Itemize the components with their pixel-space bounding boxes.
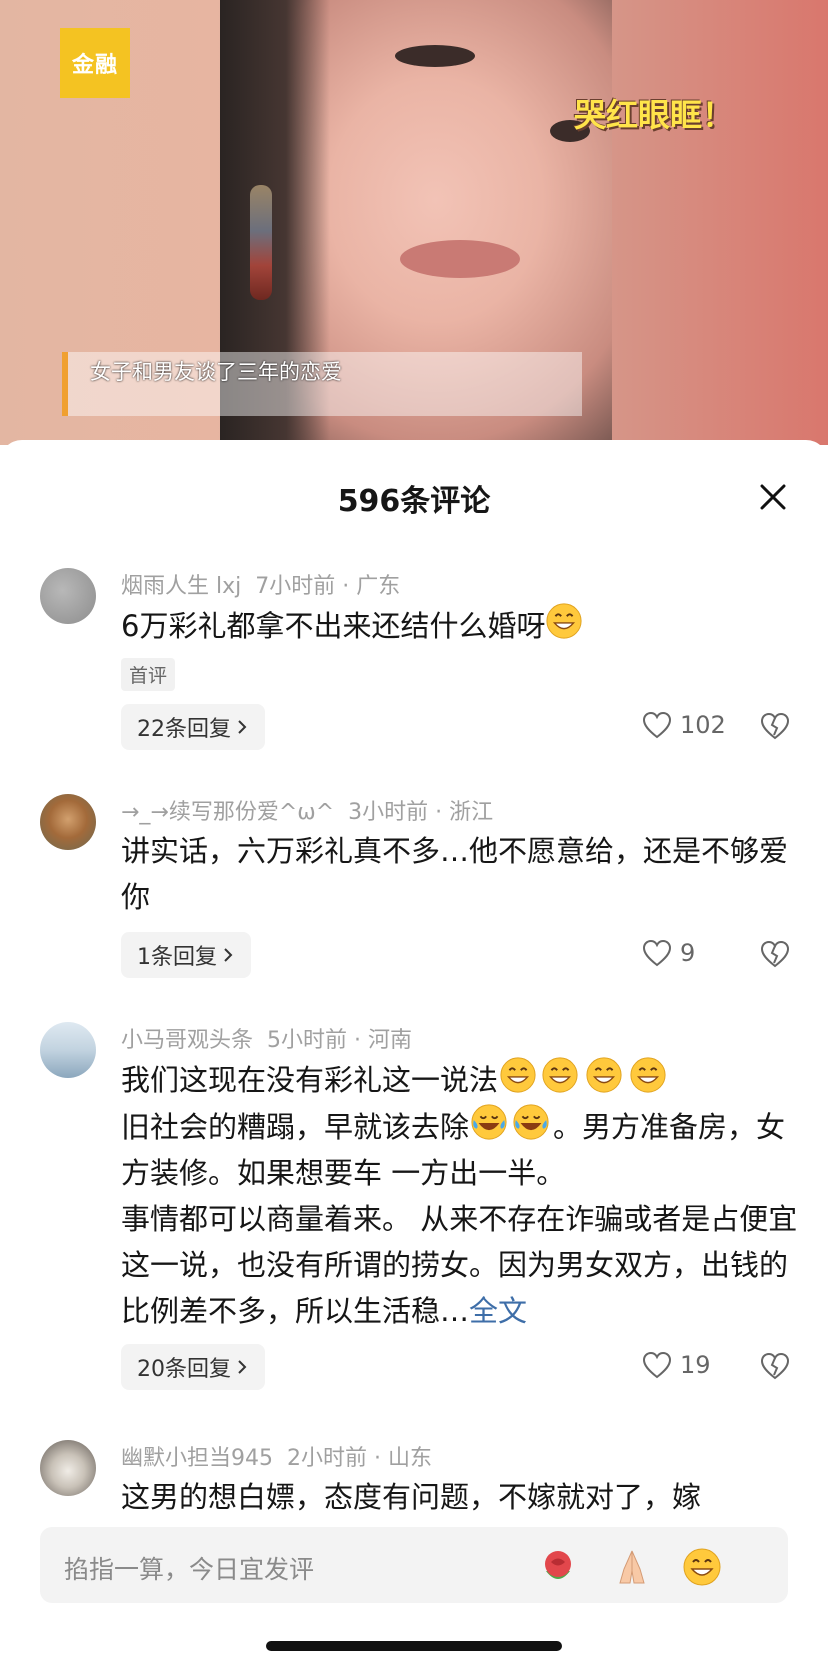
view-replies-button[interactable]: 1条回复	[121, 932, 251, 978]
avatar[interactable]	[40, 794, 96, 850]
grin-emoji-icon[interactable]	[682, 1547, 722, 1587]
view-replies-button[interactable]: 20条回复	[121, 1344, 265, 1390]
grin-emoji-icon	[542, 1057, 578, 1093]
close-icon[interactable]	[756, 480, 790, 514]
comment-time: 7小时前	[255, 574, 336, 599]
first-comment-badge: 首评	[121, 658, 176, 691]
comment-username[interactable]: 烟雨人生 lxj	[121, 574, 241, 599]
grin-emoji-icon	[500, 1057, 536, 1093]
pray-emoji-icon[interactable]	[612, 1547, 652, 1587]
like-button[interactable]: 19	[642, 1351, 711, 1379]
channel-logo: 金融	[60, 28, 130, 98]
comment-text: 讲实话，六万彩礼真不多…他不愿意给，还是不够爱你	[121, 834, 789, 914]
grin-emoji-icon	[630, 1057, 666, 1093]
like-button[interactable]: 9	[642, 939, 695, 967]
chevron-right-icon	[238, 720, 247, 734]
view-replies-button[interactable]: 22条回复	[121, 704, 265, 750]
comment-meta: 幽默小担当945 2小时前 · 山东	[121, 1446, 432, 1471]
comment-text: 6万彩礼都拿不出来还结什么婚呀	[121, 602, 801, 649]
comment-username[interactable]: →_→续写那份爱^ω^	[121, 800, 334, 825]
comment-count-title: 596条评论	[337, 484, 491, 519]
comment-meta: 小马哥观头条 5小时前 · 河南	[121, 1028, 413, 1053]
grin-emoji-icon	[586, 1057, 622, 1093]
heart-icon	[642, 1351, 672, 1379]
chevron-right-icon	[224, 948, 233, 962]
comment-username[interactable]: 小马哥观头条	[121, 1028, 253, 1053]
comment-sheet: 596条评论 烟雨人生 lxj 7小时前 · 广东 6万彩礼都拿不出来还结什么婚呀…	[0, 440, 828, 1654]
comment-text: 我们这现在没有彩礼这一说法 旧社会的糟蹋，早就该去除 。男方准备房，女方装修。如果…	[121, 1056, 801, 1334]
chevron-right-icon	[238, 1360, 247, 1374]
video-overlay-caption: 哭红眼眶！	[574, 96, 735, 134]
comment-time: 5小时前	[267, 1028, 348, 1053]
video-eye-left	[395, 45, 475, 67]
rose-emoji-icon[interactable]	[538, 1547, 578, 1587]
expand-full-text-link[interactable]: 全文	[469, 1294, 527, 1328]
comment-meta: →_→续写那份爱^ω^ 3小时前 · 浙江	[121, 800, 494, 825]
comment-location: 河南	[368, 1028, 413, 1053]
avatar[interactable]	[40, 568, 96, 624]
avatar[interactable]	[40, 1440, 96, 1496]
video-lips	[400, 240, 520, 278]
comment-time: 2小时前	[287, 1446, 367, 1471]
avatar[interactable]	[40, 1022, 96, 1078]
like-button[interactable]: 102	[642, 711, 726, 739]
video-earring	[250, 185, 272, 300]
like-count: 9	[680, 939, 696, 967]
comment-time: 3小时前	[348, 800, 429, 825]
video-subtitle: 女子和男友谈了三年的恋爱	[62, 352, 582, 416]
video-player[interactable]: 金融 哭红眼眶！ 女子和男友谈了三年的恋爱	[0, 0, 828, 445]
comment-text: 这男的想白嫖，态度有问题，不嫁就对了，嫁	[121, 1480, 702, 1514]
comment-location: 广东	[356, 574, 401, 599]
comment-location: 山东	[387, 1446, 432, 1471]
comment-username[interactable]: 幽默小担当945	[121, 1446, 273, 1471]
laugh-tears-emoji-icon	[471, 1104, 507, 1140]
heart-icon	[642, 711, 672, 739]
heart-icon	[642, 939, 672, 967]
broken-heart-icon[interactable]	[760, 711, 790, 741]
comment-location: 浙江	[449, 800, 494, 825]
broken-heart-icon[interactable]	[760, 1351, 790, 1381]
like-count: 102	[680, 711, 726, 739]
broken-heart-icon[interactable]	[760, 939, 790, 969]
laugh-tears-emoji-icon	[513, 1104, 549, 1140]
comment-input-bar[interactable]: 掐指一算，今日宜发评	[40, 1527, 788, 1603]
like-count: 19	[680, 1351, 711, 1379]
grin-emoji-icon	[546, 603, 583, 639]
home-indicator[interactable]	[266, 1641, 562, 1651]
comment-input-placeholder[interactable]: 掐指一算，今日宜发评	[64, 1550, 314, 1586]
comment-meta: 烟雨人生 lxj 7小时前 · 广东	[121, 574, 401, 599]
